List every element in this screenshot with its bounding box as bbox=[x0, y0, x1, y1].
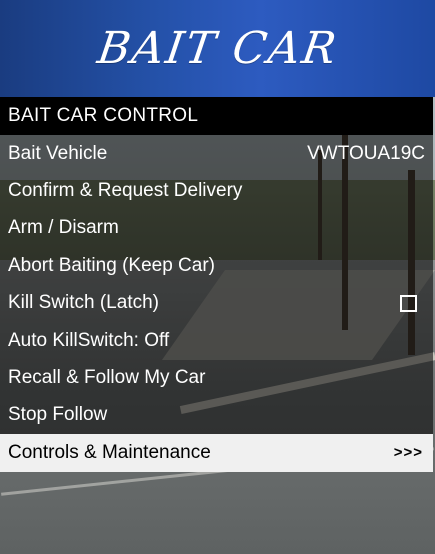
menu-item-recall-follow[interactable]: Recall & Follow My Car bbox=[0, 359, 433, 397]
menu-item-label: Abort Baiting (Keep Car) bbox=[8, 254, 215, 276]
menu-item-label: Arm / Disarm bbox=[8, 217, 119, 239]
menu-item-confirm-request-delivery[interactable]: Confirm & Request Delivery bbox=[0, 172, 433, 210]
menu-item-controls-maintenance[interactable]: Controls & Maintenance >>> bbox=[0, 434, 433, 472]
menu-item-bait-vehicle[interactable]: Bait Vehicle VWTOUA19C bbox=[0, 135, 433, 173]
bait-car-menu: BAIT CAR CONTROL Bait Vehicle VWTOUA19C … bbox=[0, 97, 433, 472]
menu-banner: BAIT CAR bbox=[0, 0, 435, 97]
menu-header: BAIT CAR CONTROL bbox=[0, 97, 433, 135]
menu-item-abort-baiting[interactable]: Abort Baiting (Keep Car) bbox=[0, 247, 433, 285]
menu-item-label: Auto KillSwitch: Off bbox=[8, 329, 170, 351]
kill-switch-checkbox[interactable] bbox=[400, 294, 417, 312]
menu-item-arm-disarm[interactable]: Arm / Disarm bbox=[0, 209, 433, 248]
vehicle-plate-value: VWTOUA19C bbox=[307, 142, 425, 164]
banner-title: BAIT CAR bbox=[94, 23, 341, 74]
menu-item-label: Kill Switch (Latch) bbox=[8, 292, 159, 314]
menu-item-label: Bait Vehicle bbox=[8, 142, 108, 164]
menu-header-label: BAIT CAR CONTROL bbox=[8, 105, 199, 126]
submenu-arrow-icon: >>> bbox=[393, 444, 423, 462]
menu-item-stop-follow[interactable]: Stop Follow bbox=[0, 396, 433, 435]
menu-item-auto-killswitch[interactable]: Auto KillSwitch: Off bbox=[0, 321, 433, 360]
menu-item-label: Controls & Maintenance bbox=[8, 441, 211, 463]
menu-item-label: Confirm & Request Delivery bbox=[8, 180, 243, 202]
menu-item-kill-switch[interactable]: Kill Switch (Latch) bbox=[0, 284, 433, 322]
menu-item-label: Recall & Follow My Car bbox=[8, 367, 206, 389]
menu-item-label: Stop Follow bbox=[8, 404, 108, 426]
